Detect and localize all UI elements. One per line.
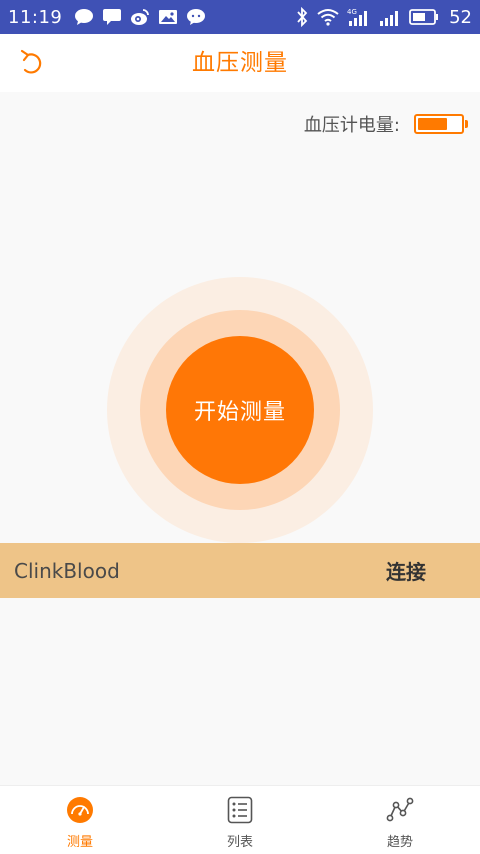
message-icon — [102, 8, 122, 26]
nav-label-list: 列表 — [226, 835, 253, 850]
image-icon — [158, 8, 178, 26]
signal-4g-icon: 4G — [347, 7, 371, 27]
device-battery-row: 血压计电量: — [303, 108, 468, 140]
trend-icon — [385, 795, 415, 825]
wechat-icon — [186, 8, 206, 26]
page-title: 血压测量 — [192, 50, 288, 76]
device-battery-icon — [414, 114, 468, 134]
nav-item-measure[interactable]: 测量 — [0, 786, 160, 854]
status-right: 4G 52 — [295, 7, 472, 28]
device-battery-label: 血压计电量: — [303, 115, 400, 136]
device-battery-fill — [418, 118, 447, 130]
header: 血压测量 — [0, 34, 480, 92]
list-icon — [225, 795, 255, 825]
battery-icon — [409, 8, 439, 26]
device-row[interactable]: ClinkBlood 连接 — [0, 543, 480, 598]
nav-item-trend[interactable]: 趋势 — [320, 786, 480, 854]
connect-button[interactable]: 连接 — [386, 556, 426, 585]
nav-label-trend: 趋势 — [386, 835, 413, 850]
status-battery-level: 52 — [449, 6, 472, 28]
signal-icon — [379, 7, 401, 27]
bottom-nav: 测量 列表 趋势 — [0, 785, 480, 854]
nav-label-measure: 测量 — [66, 835, 93, 850]
status-time: 11:19 — [8, 6, 63, 28]
bluetooth-icon — [295, 7, 309, 27]
weibo-icon — [130, 8, 150, 26]
start-measure-button[interactable]: 开始测量 — [166, 336, 314, 484]
svg-text:4G: 4G — [347, 8, 357, 16]
device-name: ClinkBlood — [14, 558, 120, 583]
chat-bubble-icon — [74, 8, 94, 26]
gauge-icon — [65, 795, 95, 825]
nav-item-list[interactable]: 列表 — [160, 786, 320, 854]
wifi-icon — [317, 8, 339, 26]
status-bar: 11:19 4G 52 — [0, 0, 480, 34]
status-left: 11:19 — [8, 7, 206, 28]
